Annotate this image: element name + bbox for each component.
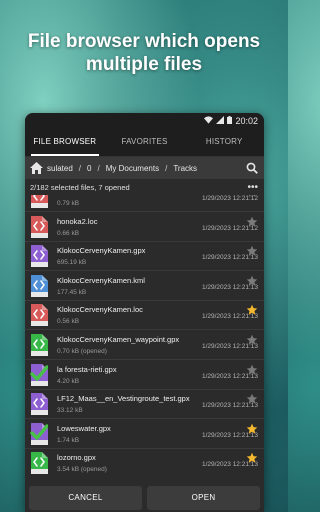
file-row[interactable]: honoka2.loc 0.66 kB 1/29/2023 12:21:12 [25, 213, 264, 242]
file-size: 695.19 kB [57, 259, 87, 267]
home-icon[interactable] [28, 160, 44, 176]
file-list: 0.79 kB 1/29/2023 12:21:12 honoka2.loc 0.66… [25, 195, 264, 476]
star-icon[interactable] [246, 303, 258, 316]
tab-file-browser[interactable]: FILE BROWSER [25, 128, 105, 156]
file-row[interactable]: LF12_Maas__en_Vestingroute_test.gpx 33.12… [25, 390, 264, 420]
file-size: 1.74 kB [57, 436, 80, 444]
file-size: 3.54 kB (opened) [57, 466, 107, 474]
file-icon [30, 215, 48, 238]
file-name: KlokocCervenyKamen.loc [57, 305, 143, 315]
headline-line-1: File browser which opens [27, 31, 261, 52]
file-row[interactable]: KlokocCervenyKamen.loc 0.56 kB 1/29/2023 1… [25, 301, 264, 331]
file-size: 0.79 kB [57, 200, 80, 207]
star-icon[interactable] [246, 244, 258, 256]
file-icon [30, 304, 48, 327]
file-icon [30, 393, 48, 416]
selection-info: 2/182 selected files, 7 opened ••• [25, 179, 264, 195]
star-icon[interactable] [246, 422, 258, 434]
file-name: KlokocCervenyKamen.kml [57, 275, 145, 285]
tab-bar: FILE BROWSER FAVORITES HISTORY [25, 128, 264, 157]
file-name: lozorno.gpx [57, 453, 96, 463]
star-icon[interactable] [246, 195, 258, 197]
cancel-button[interactable]: CANCEL [29, 486, 142, 510]
breadcrumb-segment-1[interactable]: sulated [47, 164, 73, 173]
battery-icon [227, 115, 233, 126]
file-row[interactable]: KlokocCervenyKamen_waypoint.gpx 0.70 kB (… [25, 331, 264, 360]
file-size: 4.20 kB [57, 377, 80, 385]
file-size: 0.66 kB [57, 229, 80, 237]
file-name: honoka2.loc [57, 216, 98, 226]
signal-icon [216, 115, 225, 126]
wifi-icon [204, 115, 214, 126]
open-button[interactable]: OPEN [147, 486, 260, 510]
file-name: LF12_Maas__en_Vestingroute_test.gpx [57, 394, 190, 404]
status-bar: 20:02 [25, 113, 264, 128]
search-icon[interactable] [243, 159, 261, 177]
breadcrumb-segment-4[interactable]: Tracks [173, 164, 197, 173]
status-time: 20:02 [235, 115, 258, 126]
headline-line-2: multiple files [85, 54, 203, 75]
selection-count: 2/182 selected files, 7 opened [30, 182, 130, 192]
breadcrumb-segment-3[interactable]: My Documents [106, 164, 159, 173]
file-icon [30, 195, 48, 208]
tab-favorites[interactable]: FAVORITES [105, 128, 185, 156]
file-size: 0.70 kB (opened) [57, 348, 107, 355]
file-icon [30, 274, 48, 297]
breadcrumb: sulated / 0 / My Documents / Tracks [25, 157, 264, 179]
file-row[interactable]: 0.79 kB 1/29/2023 12:21:12 [25, 195, 264, 212]
file-icon [30, 245, 48, 268]
file-row[interactable]: lozorno.gpx 3.54 kB (opened) 1/29/2023 12:… [25, 449, 264, 476]
file-size: 33.12 kB [57, 407, 83, 415]
breadcrumb-separator: / [97, 163, 100, 173]
file-name: la foresta-rieti.gpx [57, 364, 117, 374]
file-size: 177.45 kB [57, 288, 87, 296]
tab-history[interactable]: HISTORY [184, 128, 264, 156]
file-icon [30, 334, 48, 356]
star-icon[interactable] [246, 363, 258, 375]
star-icon[interactable] [246, 215, 258, 227]
promo-headline: File browser which opens multiple files [0, 30, 288, 76]
more-options-icon[interactable]: ••• [247, 182, 258, 193]
file-icon [30, 363, 49, 386]
file-row[interactable]: KlokocCervenyKamen.gpx 695.19 kB 1/29/2023… [25, 242, 264, 272]
action-bar: CANCEL OPEN [25, 486, 264, 512]
phone-screen: 20:02 FILE BROWSER FAVORITES HISTORY sul… [25, 113, 264, 512]
file-name: KlokocCervenyKamen.gpx [57, 246, 146, 256]
breadcrumb-separator: / [78, 163, 82, 173]
file-row[interactable]: KlokocCervenyKamen.kml 177.45 kB 1/29/2023… [25, 272, 264, 301]
star-icon[interactable] [246, 333, 258, 345]
file-name: Loweswater.gpx [57, 423, 111, 433]
file-icon [30, 422, 49, 445]
file-row[interactable]: Loweswater.gpx 1.74 kB 1/29/2023 12:21:13 [25, 420, 264, 449]
file-icon [30, 452, 48, 475]
file-row[interactable]: la foresta-rieti.gpx 4.20 kB 1/29/2023 12:… [25, 361, 264, 390]
file-name: KlokocCervenyKamen_waypoint.gpx [57, 335, 180, 344]
star-icon[interactable] [246, 451, 258, 464]
star-icon[interactable] [246, 274, 258, 286]
breadcrumb-separator: / [165, 163, 168, 173]
file-size: 0.56 kB [57, 318, 80, 326]
star-icon[interactable] [246, 392, 258, 404]
